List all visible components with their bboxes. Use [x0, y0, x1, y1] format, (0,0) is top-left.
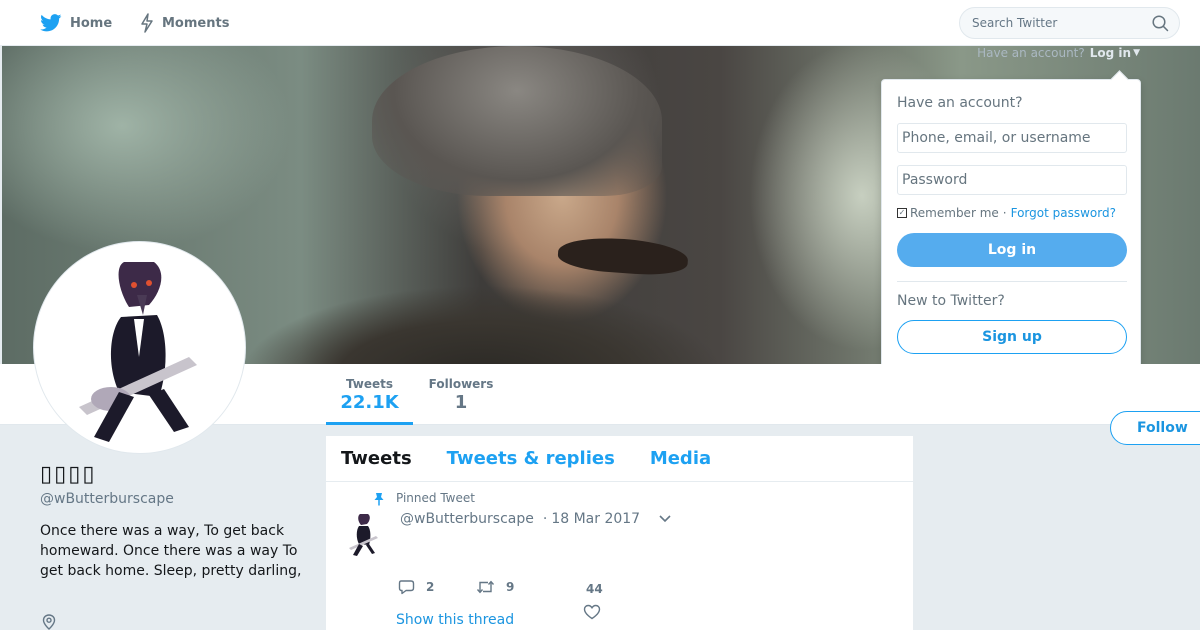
remember-checkbox[interactable]: ✓ [897, 208, 907, 218]
username-field[interactable] [897, 123, 1127, 153]
stat-followers[interactable]: Followers 1 [422, 364, 500, 413]
pinned-tweet[interactable]: Pinned Tweet @wButterburscape · 18 Mar 2… [326, 482, 913, 630]
search-box [959, 7, 1180, 39]
profile-name[interactable]: ▯▯▯▯ [40, 462, 310, 488]
stat-followers-label: Followers [428, 377, 494, 391]
tab-tweets-and-replies[interactable]: Tweets & replies [447, 448, 615, 469]
tweet-handle[interactable]: @wButterburscape [400, 511, 534, 527]
new-to-twitter-label: New to Twitter? [897, 293, 1005, 309]
search-input[interactable] [972, 8, 1142, 38]
tweet-avatar[interactable] [340, 510, 388, 558]
retweet-count: 9 [506, 580, 515, 594]
login-prompt[interactable]: Have an account? Log in ▼ [977, 46, 1140, 60]
nav-moments[interactable]: Moments [140, 0, 229, 46]
banner-image-hair [372, 46, 662, 196]
nav-moments-label: Moments [162, 15, 230, 31]
banner-image-uniform [242, 266, 722, 364]
caret-down-icon: ▼ [1133, 48, 1140, 58]
lightning-icon [140, 13, 154, 33]
profile-bio: Once there was a way, To get back homewa… [40, 523, 302, 579]
login-button[interactable]: Log in [897, 233, 1127, 267]
login-link[interactable]: Log in [1090, 46, 1131, 60]
top-navigation: Home Moments [0, 0, 1200, 46]
twitter-bird-icon [40, 14, 62, 32]
password-field[interactable] [897, 165, 1127, 195]
nav-home[interactable]: Home [40, 0, 112, 46]
profile-card: ▯▯▯▯ @wButterburscape Once there was a w… [40, 462, 310, 630]
stat-tweets-label: Tweets [345, 377, 394, 391]
pinned-label: Pinned Tweet [396, 491, 475, 505]
reply-button[interactable]: 2 [398, 579, 434, 595]
tweet-date[interactable]: 18 Mar 2017 [551, 511, 640, 527]
timeline-tabs: Tweets Tweets & replies Media [326, 436, 913, 482]
login-prompt-text: Have an account? [977, 46, 1085, 60]
tweet-header: @wButterburscape · 18 Mar 2017 [400, 511, 672, 527]
divider [897, 281, 1127, 282]
retweet-icon [476, 579, 495, 595]
tab-tweets[interactable]: Tweets [341, 448, 412, 469]
chevron-down-icon[interactable] [658, 514, 672, 524]
stat-tweets[interactable]: Tweets 22.1K [326, 364, 413, 425]
profile-avatar[interactable] [34, 242, 245, 453]
remember-row: ✓ Remember me · Forgot password? [897, 205, 1125, 221]
tab-media[interactable]: Media [650, 448, 711, 469]
follow-button[interactable]: Follow [1110, 411, 1200, 445]
forgot-password-link[interactable]: Forgot password? [1011, 206, 1116, 220]
stat-tweets-count: 22.1K [340, 392, 399, 413]
search-icon[interactable] [1152, 15, 1169, 36]
timeline: Tweets Tweets & replies Media Pinned Twe… [326, 436, 913, 630]
heart-icon[interactable] [583, 604, 601, 624]
reply-icon [398, 579, 415, 595]
nav-home-label: Home [70, 15, 113, 31]
profile-handle[interactable]: @wButterburscape [40, 491, 310, 507]
reply-count: 2 [426, 580, 435, 594]
location-icon [42, 614, 56, 630]
login-dropdown-title: Have an account? [897, 95, 1023, 111]
retweet-button[interactable]: 9 [476, 579, 514, 595]
like-count: 44 [586, 582, 603, 596]
login-dropdown: Have an account? ✓ Remember me · Forgot … [881, 79, 1141, 379]
separator-dot: · [1002, 206, 1007, 220]
signup-button[interactable]: Sign up [897, 320, 1127, 354]
stat-followers-count: 1 [454, 392, 468, 413]
remember-label: Remember me [910, 206, 999, 220]
show-thread-link[interactable]: Show this thread [396, 612, 514, 628]
tweet-separator: · [542, 511, 548, 527]
pin-icon [373, 491, 385, 510]
